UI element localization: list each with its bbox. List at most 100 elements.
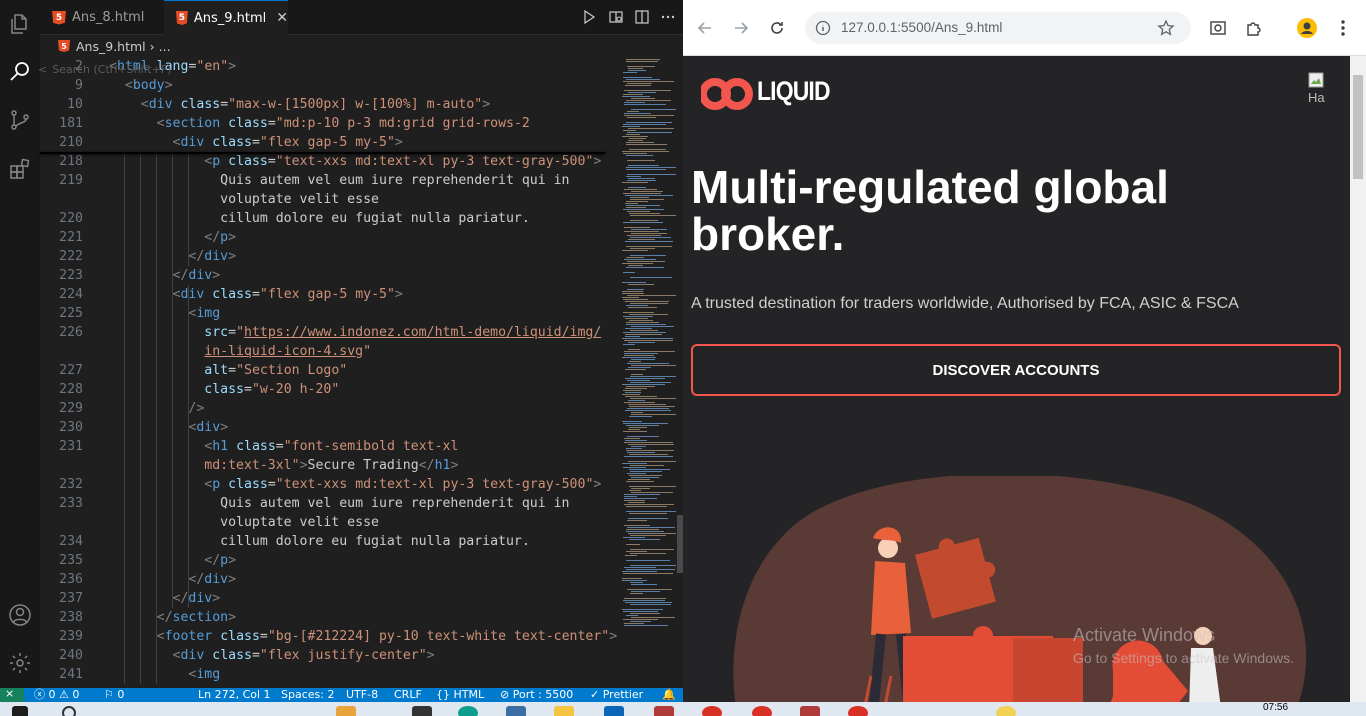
remote-indicator[interactable]: ⨯ (0, 688, 24, 702)
windows-start-icon[interactable] (12, 706, 28, 716)
task-view-icon[interactable] (412, 706, 432, 716)
search-icon[interactable] (4, 55, 36, 87)
code-line[interactable]: 224 <div class="flex gap-5 my-5"> (40, 285, 620, 304)
sticky-scroll-line[interactable]: 9 <body> (40, 76, 620, 95)
prettier-status[interactable]: ✓ Prettier (590, 688, 643, 702)
chrome-taskbar-icon-2[interactable] (752, 706, 772, 716)
address-bar[interactable]: 127.0.0.1:5500/Ans_9.html (805, 12, 1191, 44)
minimap[interactable] (620, 57, 676, 687)
file-explorer-icon[interactable] (554, 706, 574, 716)
liquid-logo-icon[interactable] (701, 74, 753, 114)
code-line[interactable]: 239 <footer class="bg-[#212224] py-10 te… (40, 627, 620, 646)
line-endings[interactable]: CRLF (394, 688, 422, 702)
chrome-taskbar-icon-3[interactable] (848, 706, 868, 716)
store-icon[interactable] (506, 706, 526, 716)
minimap-line (627, 160, 655, 161)
tab-ans-8[interactable]: 5 Ans_8.html (40, 0, 162, 35)
code-line[interactable]: 235 </p> (40, 551, 620, 570)
code-line[interactable]: 226 src="https://www.indonez.com/html-de… (40, 323, 620, 342)
code-line[interactable]: in-liquid-icon-4.svg" (40, 342, 620, 361)
run-icon[interactable] (581, 9, 597, 25)
code-line[interactable]: md:text-3xl">Secure Trading</h1> (40, 456, 620, 475)
breadcrumb-symbol[interactable]: ... (159, 39, 171, 54)
breadcrumb[interactable]: 5 Ans_9.html › ... (40, 35, 683, 57)
language-mode[interactable]: {} HTML (436, 688, 484, 702)
bookmark-star-icon[interactable] (1157, 19, 1175, 37)
split-editor-icon[interactable] (634, 9, 650, 25)
cursor-position[interactable]: Ln 272, Col 1 (198, 688, 271, 702)
code-line[interactable]: 234 cillum dolore eu fugiat nulla pariat… (40, 532, 620, 551)
minimap-line (622, 250, 648, 251)
minimap-line (628, 187, 646, 188)
profile-avatar-icon[interactable] (1295, 16, 1319, 40)
code-line[interactable]: voluptate velit esse (40, 513, 620, 532)
taskbar-clock[interactable]: 07:56 (1263, 702, 1288, 713)
forward-arrow-icon[interactable] (729, 16, 753, 40)
code-line[interactable]: 219 Quis autem vel eum iure reprehenderi… (40, 171, 620, 190)
close-tab-icon[interactable]: ✕ (276, 10, 288, 26)
extensions-puzzle-icon[interactable] (1242, 16, 1266, 40)
site-info-icon[interactable] (815, 20, 831, 36)
code-line[interactable]: 223 </div> (40, 266, 620, 285)
code-line[interactable]: 227 alt="Section Logo" (40, 361, 620, 380)
back-arrow-icon[interactable] (693, 16, 717, 40)
code-line[interactable]: 232 <p class="text-xxs md:text-xl py-3 t… (40, 475, 620, 494)
settings-gear-icon[interactable] (4, 647, 36, 679)
tab-ans-9[interactable]: 5 Ans_9.html ✕ (164, 0, 288, 35)
line-number: 226 (59, 325, 83, 340)
code-line[interactable]: 237 </div> (40, 589, 620, 608)
account-icon[interactable] (4, 599, 36, 631)
info-indicator[interactable]: ⚐ 0 (104, 688, 124, 702)
source-control-icon[interactable] (4, 104, 36, 136)
code-line[interactable]: 221 </p> (40, 228, 620, 247)
more-actions-icon[interactable] (660, 9, 676, 25)
screen-capture-icon[interactable] (1206, 16, 1230, 40)
url-text[interactable]: 127.0.0.1:5500/Ans_9.html (841, 20, 1002, 35)
line-number: 10 (67, 97, 83, 112)
taskbar-search-icon[interactable] (62, 706, 76, 716)
taskbar-weather-icon[interactable] (336, 706, 356, 716)
page-scrollbar-thumb[interactable] (1353, 75, 1363, 179)
problems-indicator[interactable]: ⓧ 0 ⚠ 0 (34, 688, 79, 702)
editor-scrollbar[interactable] (676, 57, 683, 687)
code-line[interactable]: 242 src="https://www.indonez.com/html-de… (40, 684, 620, 687)
code-text: <div class="flex gap-5 my-5"> (172, 135, 403, 150)
code-line[interactable]: 229 /> (40, 399, 620, 418)
code-line[interactable]: 218 <p class="text-xxs md:text-xl py-3 t… (40, 152, 620, 171)
code-line[interactable]: 220 cillum dolore eu fugiat nulla pariat… (40, 209, 620, 228)
code-line[interactable]: 240 <div class="flex justify-center"> (40, 646, 620, 665)
code-line[interactable]: 225 <img (40, 304, 620, 323)
vscode-taskbar-icon[interactable] (604, 706, 624, 716)
code-line[interactable]: 230 <div> (40, 418, 620, 437)
code-line[interactable]: 238 </section> (40, 608, 620, 627)
code-line[interactable]: 241 <img (40, 665, 620, 684)
open-preview-icon[interactable] (608, 9, 624, 25)
app-taskbar-icon[interactable] (654, 706, 674, 716)
taskbar-tray-icon[interactable] (996, 706, 1016, 716)
sticky-scroll-line[interactable]: 210 <div class="flex gap-5 my-5"> (40, 133, 620, 152)
code-line[interactable]: 228 class="w-20 h-20" (40, 380, 620, 399)
code-line[interactable]: voluptate velit esse (40, 190, 620, 209)
minimap-line (626, 134, 640, 135)
code-line[interactable]: 233 Quis autem vel eum iure reprehenderi… (40, 494, 620, 513)
explorer-icon[interactable] (4, 8, 36, 40)
liquid-logo-text[interactable]: LIQUID (757, 76, 831, 107)
indentation[interactable]: Spaces: 2 (281, 688, 334, 702)
sticky-scroll-line[interactable]: 10 <div class="max-w-[1500px] w-[100%] m… (40, 95, 620, 114)
live-server-port[interactable]: ⊘ Port : 5500 (500, 688, 573, 702)
discover-accounts-button[interactable]: DISCOVER ACCOUNTS (691, 344, 1341, 396)
edge-browser-icon[interactable] (458, 706, 478, 716)
browser-menu-icon[interactable] (1331, 16, 1355, 40)
extensions-icon[interactable] (4, 153, 36, 185)
sticky-scroll-line[interactable]: 181 <section class="md:p-10 p-3 md:grid … (40, 114, 620, 133)
app-taskbar-icon-2[interactable] (800, 706, 820, 716)
encoding[interactable]: UTF-8 (346, 688, 378, 702)
chrome-taskbar-icon[interactable] (702, 706, 722, 716)
minimap-line (625, 318, 648, 319)
code-line[interactable]: 236 </div> (40, 570, 620, 589)
breadcrumb-file[interactable]: Ans_9.html (76, 39, 146, 54)
code-line[interactable]: 222 </div> (40, 247, 620, 266)
notifications-bell-icon[interactable]: 🔔 (662, 688, 676, 702)
reload-icon[interactable] (765, 16, 789, 40)
code-line[interactable]: 231 <h1 class="font-semibold text-xl (40, 437, 620, 456)
